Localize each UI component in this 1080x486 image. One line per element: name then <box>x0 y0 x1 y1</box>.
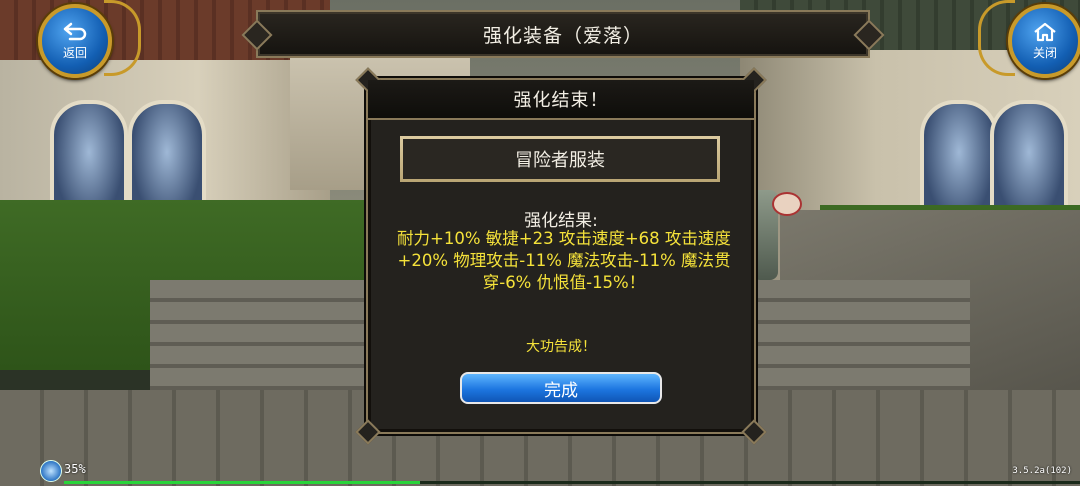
experience-bar <box>64 481 1080 484</box>
enhance-result-dialog: 强化结束！ 冒险者服装 强化结果: 耐力+10% 敏捷+23 攻击速度+68 攻… <box>355 67 767 445</box>
close-button-label: 关闭 <box>1032 45 1057 60</box>
dialog-header: 强化结束！ <box>368 80 754 120</box>
back-button[interactable]: 返回 <box>38 4 112 78</box>
home-icon <box>1034 22 1056 41</box>
experience-bar-fill <box>64 481 420 484</box>
success-message: 大功告成！ <box>526 339 596 355</box>
version-label: 3.5.2a(102) <box>1012 466 1072 476</box>
done-button[interactable]: 完成 <box>460 372 662 404</box>
back-button-label: 返回 <box>62 45 87 60</box>
close-button[interactable]: 关闭 <box>1008 4 1080 78</box>
window-title-bar: 强化装备（爱落） <box>241 10 885 58</box>
dialog-title: 强化结束！ <box>513 90 609 111</box>
battery-level: 35% <box>64 462 86 476</box>
result-stats-text: 耐力+10% 敏捷+23 攻击速度+68 攻击速度+20% 物理攻击-11% 魔… <box>397 229 731 292</box>
item-name-box: 冒险者服装 <box>400 136 720 182</box>
item-name: 冒险者服装 <box>515 150 605 171</box>
window-title: 强化装备（爱落） <box>482 24 643 47</box>
network-status-icon <box>40 460 62 482</box>
back-arrow-icon <box>63 22 87 40</box>
pet-companion[interactable] <box>772 192 802 216</box>
done-button-label: 完成 <box>544 380 578 401</box>
